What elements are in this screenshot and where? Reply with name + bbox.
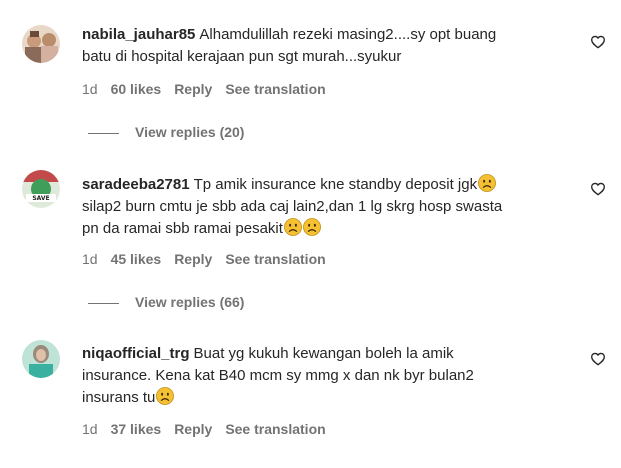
comment-body: niqaofficial_trg Buat yg kukuh kewangan b…: [82, 343, 577, 409]
comment-meta: 1d 37 likes Reply See translation: [82, 421, 339, 437]
comment-time: 1d: [82, 421, 98, 437]
comment-item: niqaofficial_trg Buat yg kukuh kewangan b…: [0, 0, 621, 468]
reply-button[interactable]: Reply: [174, 421, 212, 437]
comment-username[interactable]: niqaofficial_trg: [82, 345, 190, 362]
sad-face-emoji-icon: [156, 387, 174, 405]
avatar[interactable]: [22, 340, 60, 378]
see-translation-link[interactable]: See translation: [225, 421, 325, 437]
comment-text-line: insurance. Kena kat B40 mcm sy mmg x dan…: [82, 367, 474, 384]
comments-list: nabila_jauhar85 Alhamdulillah rezeki masi…: [0, 0, 621, 468]
likes-count[interactable]: 37 likes: [111, 421, 162, 437]
comment-text-line: Buat yg kukuh kewangan boleh la amik: [193, 345, 454, 362]
like-heart-icon[interactable]: [590, 351, 606, 367]
comment-text-line: insurans tu: [82, 389, 156, 406]
